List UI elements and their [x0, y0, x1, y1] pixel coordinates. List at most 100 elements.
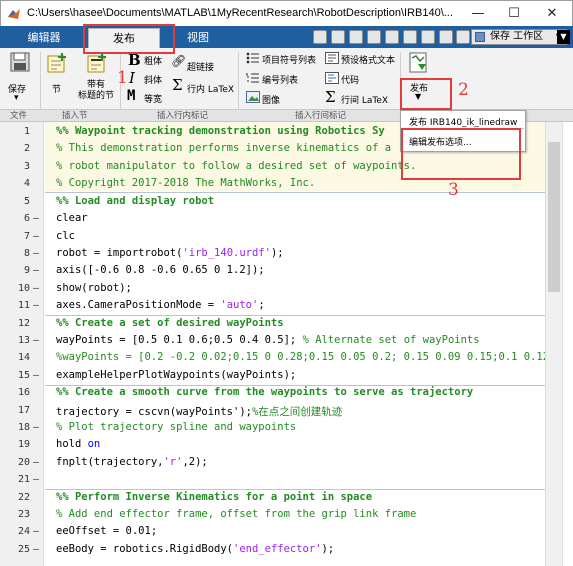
close-button[interactable]: ✕ [535, 3, 569, 25]
code-line: fnplt(trajectory,'r',2); [56, 456, 208, 468]
line-number: 20 [17, 457, 30, 468]
minimize-button[interactable]: — [461, 3, 495, 25]
redo-quick-icon[interactable] [403, 30, 417, 44]
numbered-list-label: 编号列表 [262, 76, 299, 86]
code-line: %wayPoints = [0.2 -0.2 0.02;0.15 0 0.28;… [56, 351, 569, 363]
save-quick-icon[interactable] [313, 30, 327, 44]
breakpoint-marker[interactable]: — [33, 474, 42, 485]
breakpoint-marker[interactable]: — [33, 526, 42, 537]
preformatted-text-icon [325, 52, 339, 64]
bullet-list-icon [246, 52, 259, 64]
image-label: 图像 [262, 96, 281, 106]
breakpoint-marker[interactable]: — [33, 231, 42, 242]
code-line: eeOffset = 0.01; [56, 525, 158, 537]
breakpoint-marker[interactable]: — [33, 283, 42, 294]
section-label-insert-section: 插入节 [62, 111, 88, 121]
maximize-button[interactable]: ☐ [497, 3, 531, 25]
line-number: 14 [17, 352, 30, 363]
switch-windows-icon[interactable] [421, 30, 435, 44]
breakpoint-marker[interactable]: — [33, 265, 42, 276]
code-line: % Plot trajectory spline and waypoints [56, 421, 297, 433]
code-line: wayPoints = [0.5 0.1 0.6;0.5 0.4 0.5]; %… [56, 334, 480, 346]
code-line: exampleHelperPlotWaypoints(wayPoints); [56, 369, 297, 381]
link-icon: 🔗︎ [171, 54, 187, 68]
monospace-icon: M [127, 88, 136, 104]
line-number: 9 [23, 265, 30, 276]
line-number: 17 [17, 405, 30, 416]
line-number: 11 [17, 300, 30, 311]
menu-item-publish-file[interactable]: 发布 IRB140_ik_linedraw [409, 115, 517, 128]
breakpoint-marker[interactable]: — [33, 300, 42, 311]
tab-view[interactable]: 视图 [172, 28, 224, 48]
code-line: axis([-0.6 0.8 -0.6 0.65 0 1.2]); [56, 264, 265, 276]
paste-quick-icon[interactable] [367, 30, 381, 44]
annotation-number: 1 [117, 68, 128, 88]
code-line: %% Perform Inverse Kinematics for a poin… [56, 491, 373, 503]
annotation-box-menu-item [401, 128, 521, 180]
copy-quick-icon[interactable] [349, 30, 363, 44]
monospace-label: 等宽 [144, 95, 163, 105]
cell-divider [45, 315, 545, 316]
line-number: 15 [17, 370, 30, 381]
annotation-number: 3 [448, 180, 459, 200]
code-line: axes.CameraPositionMode = 'auto'; [56, 299, 265, 311]
breakpoint-marker[interactable]: — [33, 248, 42, 259]
code-line: show(robot); [56, 282, 132, 294]
help-icon[interactable] [439, 30, 453, 44]
breakpoint-marker[interactable]: — [33, 335, 42, 346]
annotation-box-publish-tab [83, 24, 175, 54]
save-icon [10, 52, 30, 72]
inline-latex-label: 行内 LaTeX [187, 85, 235, 95]
publish-icon [409, 52, 427, 73]
line-number: 23 [17, 509, 30, 520]
section-label-file: 文件 [10, 111, 28, 121]
chevron-down-icon: ▾ [14, 93, 19, 103]
line-number: 6 [23, 213, 30, 224]
code-line: %% Create a set of desired wayPoints [56, 317, 284, 329]
vertical-scrollbar[interactable] [545, 122, 562, 566]
code-editor[interactable]: 1 2 3 4 5 6 7 8 9 10 11 12 13 14 15 16 1… [0, 122, 573, 566]
section-label-insert-inline: 插入行内标记 [157, 111, 209, 121]
italic-icon: I [129, 69, 135, 87]
line-number: 8 [23, 248, 30, 259]
scrollbar-thumb[interactable] [548, 142, 560, 292]
collapse-toolstrip-icon[interactable]: ▼ [557, 30, 570, 44]
search-icon[interactable] [456, 30, 470, 44]
line-number: 1 [23, 126, 30, 137]
code-line: %% Waypoint tracking demonstration using… [56, 125, 385, 137]
annotation-number: 2 [458, 80, 469, 100]
breakpoint-marker[interactable]: — [33, 457, 42, 468]
workspace-icon [475, 32, 485, 42]
line-number: 21 [17, 474, 30, 485]
bold-label: 粗体 [144, 57, 163, 67]
breakpoint-marker[interactable]: — [33, 422, 42, 433]
line-number: 18 [17, 422, 30, 433]
annotation-box-publish-button [400, 78, 452, 110]
code-line: robot = importrobot('irb_140.urdf'); [56, 247, 284, 259]
workspace-label: 保存 工作区 [490, 31, 544, 42]
cut-quick-icon[interactable] [331, 30, 345, 44]
line-number: 7 [23, 231, 30, 242]
cell-divider [45, 192, 545, 193]
numbered-list-icon [246, 73, 259, 83]
breakpoint-marker[interactable]: — [33, 213, 42, 224]
code-icon [325, 72, 339, 84]
breakpoint-marker[interactable]: — [33, 544, 42, 555]
tab-editor[interactable]: 编辑器 [14, 28, 74, 48]
undo-quick-icon[interactable] [385, 30, 399, 44]
divider [238, 52, 239, 114]
line-number: 5 [23, 196, 30, 207]
sigma-icon: Σ [172, 76, 183, 94]
line-number: 24 [17, 526, 30, 537]
line-number: 10 [17, 283, 30, 294]
line-number: 22 [17, 492, 30, 503]
section-with-title-label: 带有 标题的节 [78, 80, 115, 101]
workspace-save-button[interactable]: 保存 工作区 ▼ [471, 29, 567, 45]
code-label: 代码 [341, 76, 360, 86]
section-with-title-icon [87, 53, 106, 73]
bullet-list-label: 项目符号列表 [262, 56, 317, 66]
code-line: %% Create a smooth curve from the waypoi… [56, 386, 474, 398]
breakpoint-marker[interactable]: — [33, 370, 42, 381]
code-line: % This demonstration performs inverse ki… [56, 142, 392, 154]
code-line: % Copyright 2017-2018 The MathWorks, Inc… [56, 177, 316, 189]
